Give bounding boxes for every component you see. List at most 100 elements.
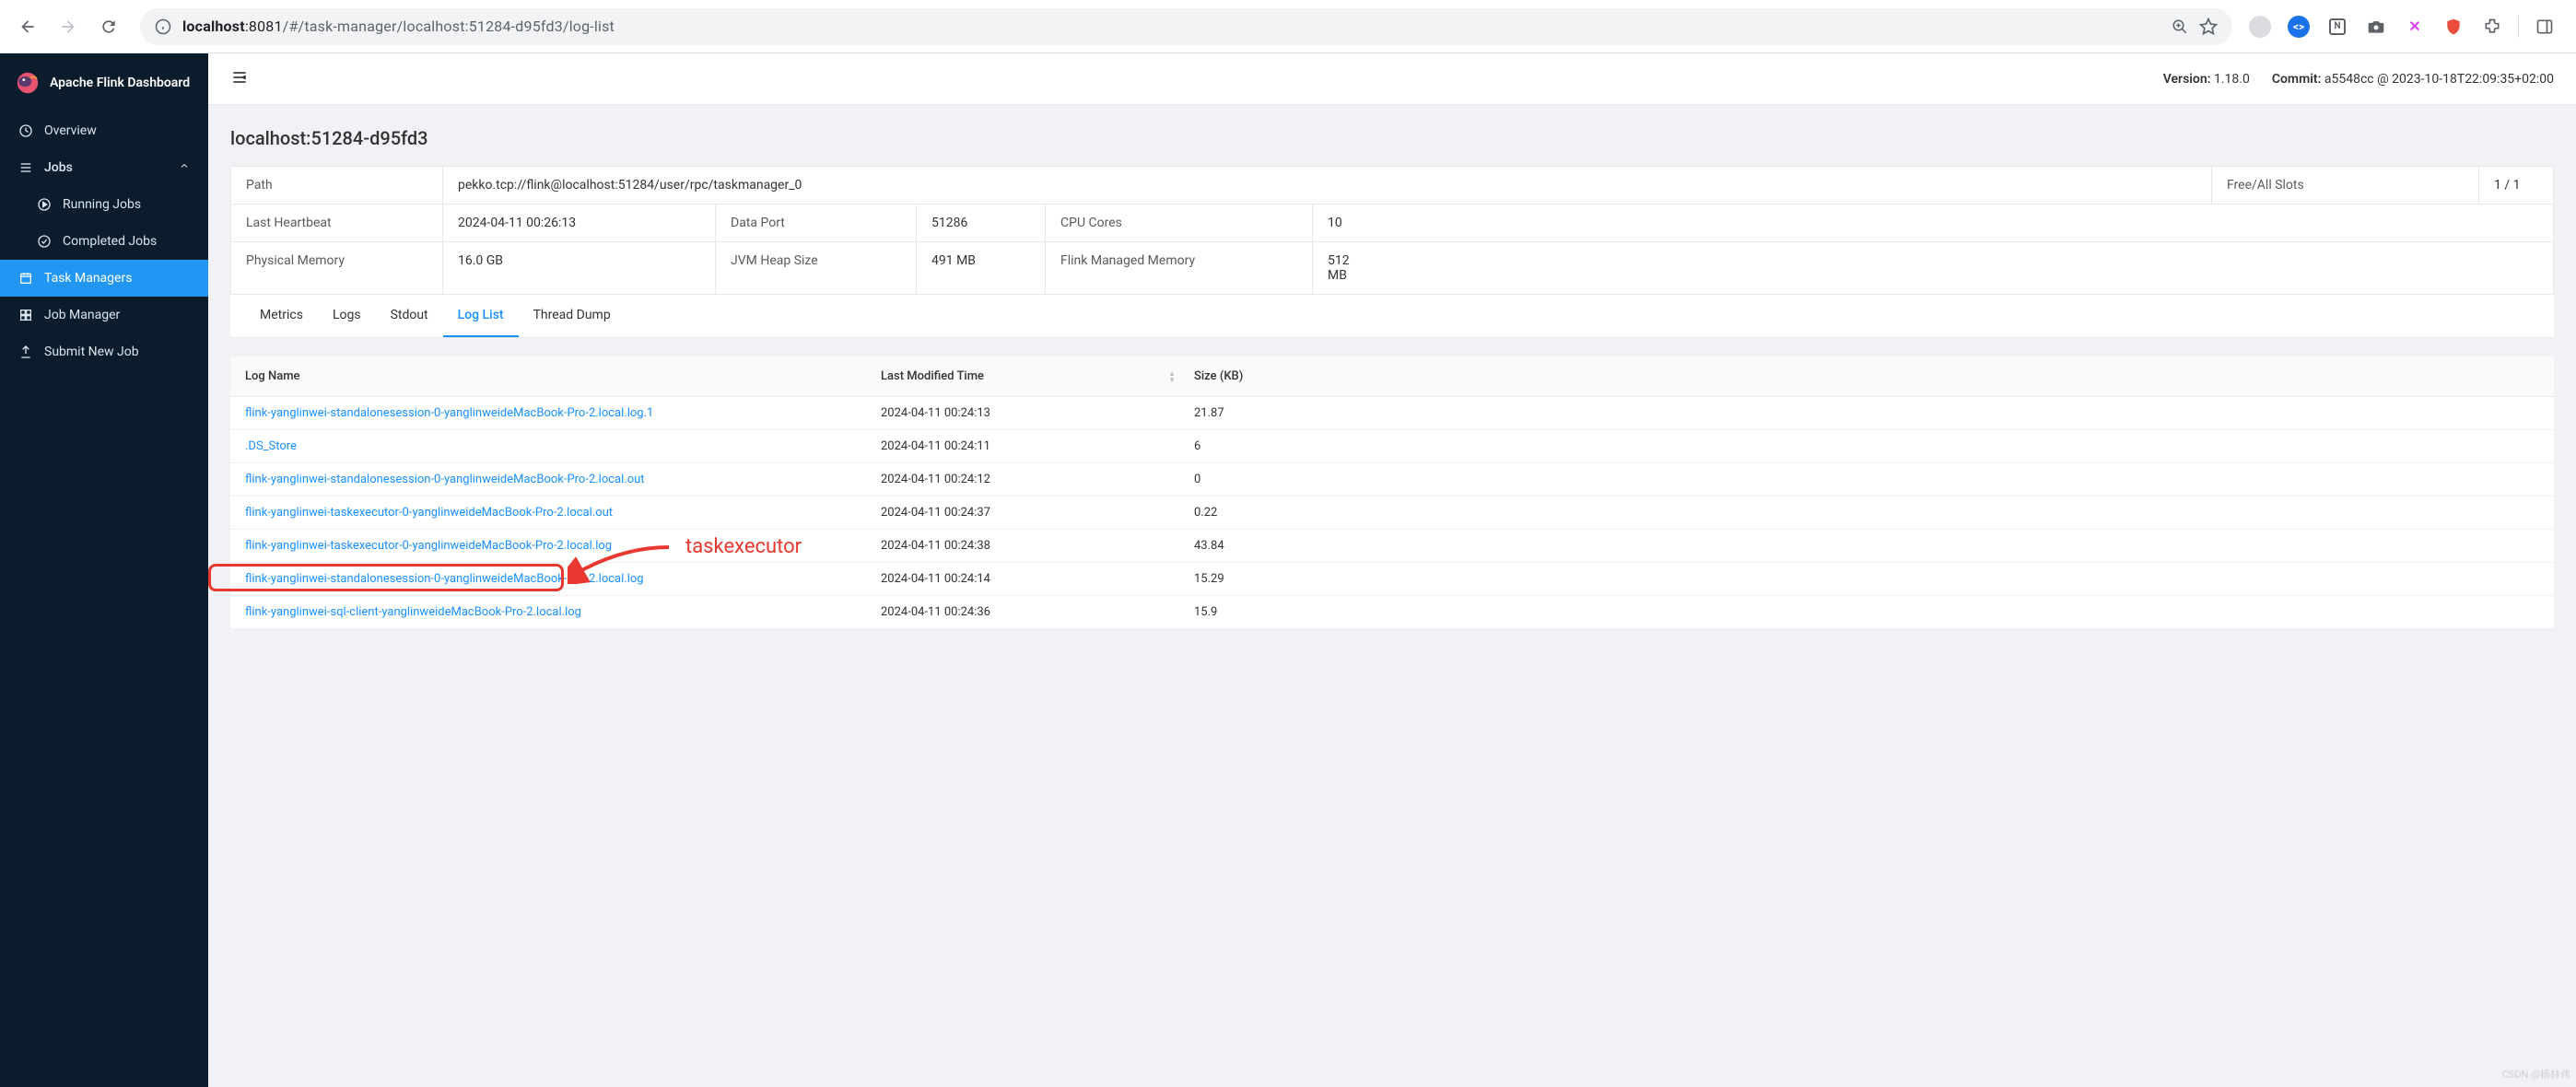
ext-camera-icon[interactable] xyxy=(2363,14,2389,40)
log-table: Log Name Last Modified Time ▲▼ Size (KB)… xyxy=(230,356,2554,629)
info-value: pekko.tcp://flink@localhost:51284/user/r… xyxy=(443,167,2212,204)
sidebar-item-jobs[interactable]: Jobs xyxy=(0,149,208,186)
table-row: flink-yanglinwei-sql-client-yanglinweide… xyxy=(230,596,2554,629)
info-label: Data Port xyxy=(716,205,917,241)
column-log-name[interactable]: Log Name xyxy=(245,369,881,383)
info-label: Path xyxy=(231,167,443,204)
sidebar-label: Running Jobs xyxy=(63,197,141,212)
sidebar-label: Task Managers xyxy=(44,271,132,286)
table-row: flink-yanglinwei-taskexecutor-0-yanglinw… xyxy=(230,530,2554,563)
top-bar: Version: 1.18.0 Commit: a5548cc @ 2023-1… xyxy=(208,53,2576,105)
table-row: flink-yanglinwei-standalonesession-0-yan… xyxy=(230,463,2554,497)
log-size: 21.87 xyxy=(1194,406,2539,420)
info-value: 10 xyxy=(1313,205,1387,241)
tab-stdout[interactable]: Stdout xyxy=(376,295,443,337)
url-bar[interactable]: localhost:8081/#/task-manager/localhost:… xyxy=(140,8,2232,45)
table-row: flink-yanglinwei-taskexecutor-0-yanglinw… xyxy=(230,497,2554,530)
chevron-up-icon xyxy=(179,160,190,175)
schedule-icon xyxy=(18,271,33,286)
info-value: 16.0 GB xyxy=(443,242,716,294)
table-row: flink-yanglinwei-standalonesession-0-yan… xyxy=(230,563,2554,596)
log-file-link[interactable]: flink-yanglinwei-standalonesession-0-yan… xyxy=(245,406,653,420)
log-size: 43.84 xyxy=(1194,539,2539,553)
log-file-link[interactable]: flink-yanglinwei-sql-client-yanglinweide… xyxy=(245,605,581,619)
page-title: localhost:51284-d95fd3 xyxy=(230,127,2554,149)
tab-logs[interactable]: Logs xyxy=(318,295,376,337)
ext-gray-circle-icon[interactable] xyxy=(2247,14,2273,40)
list-icon xyxy=(18,160,33,175)
sidebar: Apache Flink Dashboard Overview Jobs R xyxy=(0,53,208,1087)
info-label: Flink Managed Memory xyxy=(1046,242,1313,294)
info-label: Physical Memory xyxy=(231,242,443,294)
extension-icons: <> N ✕ xyxy=(2247,14,2565,40)
log-size: 0.22 xyxy=(1194,506,2539,520)
menu-fold-icon[interactable] xyxy=(230,68,249,90)
info-value: 1 / 1 xyxy=(2479,167,2553,204)
column-size[interactable]: Size (KB) xyxy=(1194,369,2539,383)
log-time: 2024-04-11 00:24:14 xyxy=(881,572,1194,586)
side-panel-icon[interactable] xyxy=(2532,14,2558,40)
version-info: Version: 1.18.0 Commit: a5548cc @ 2023-1… xyxy=(2163,72,2554,87)
tabs: Metrics Logs Stdout Log List Thread Dump xyxy=(230,295,2554,338)
sidebar-label: Jobs xyxy=(44,160,73,175)
play-circle-icon xyxy=(37,197,52,212)
build-icon xyxy=(18,308,33,322)
zoom-icon[interactable] xyxy=(2172,18,2188,35)
arrow-right-icon xyxy=(59,18,77,36)
bookmark-star-icon[interactable] xyxy=(2199,18,2218,36)
log-size: 6 xyxy=(1194,439,2539,453)
log-time: 2024-04-11 00:24:11 xyxy=(881,439,1194,453)
log-size: 15.29 xyxy=(1194,572,2539,586)
url-text: localhost:8081/#/task-manager/localhost:… xyxy=(182,18,2160,35)
ext-x-icon[interactable]: ✕ xyxy=(2402,14,2428,40)
forward-button[interactable] xyxy=(52,10,85,43)
info-table: Path pekko.tcp://flink@localhost:51284/u… xyxy=(230,166,2554,295)
sort-icon[interactable]: ▲▼ xyxy=(1168,370,1176,383)
flink-logo-icon xyxy=(15,70,41,96)
ext-blue-circle-icon[interactable]: <> xyxy=(2286,14,2312,40)
tab-log-list[interactable]: Log List xyxy=(443,295,519,337)
log-file-link[interactable]: flink-yanglinwei-taskexecutor-0-yanglinw… xyxy=(245,539,612,553)
log-file-link[interactable]: flink-yanglinwei-taskexecutor-0-yanglinw… xyxy=(245,506,613,520)
sidebar-item-overview[interactable]: Overview xyxy=(0,112,208,149)
table-row: .DS_Store 2024-04-11 00:24:116 xyxy=(230,430,2554,463)
info-label: Last Heartbeat xyxy=(231,205,443,241)
tab-thread-dump[interactable]: Thread Dump xyxy=(519,295,626,337)
log-file-link[interactable]: flink-yanglinwei-standalonesession-0-yan… xyxy=(245,473,645,486)
log-file-link[interactable]: flink-yanglinwei-standalonesession-0-yan… xyxy=(245,572,644,586)
sidebar-item-submit-job[interactable]: Submit New Job xyxy=(0,333,208,370)
extensions-icon[interactable] xyxy=(2479,14,2505,40)
main-content: Version: 1.18.0 Commit: a5548cc @ 2023-1… xyxy=(208,53,2576,1087)
info-value: 2024-04-11 00:26:13 xyxy=(443,205,716,241)
column-last-modified[interactable]: Last Modified Time ▲▼ xyxy=(881,369,1194,383)
log-time: 2024-04-11 00:24:38 xyxy=(881,539,1194,553)
tab-metrics[interactable]: Metrics xyxy=(245,295,318,337)
table-row: flink-yanglinwei-standalonesession-0-yan… xyxy=(230,397,2554,430)
log-file-link[interactable]: .DS_Store xyxy=(245,439,297,453)
info-value: 51286 xyxy=(917,205,1046,241)
log-time: 2024-04-11 00:24:37 xyxy=(881,506,1194,520)
brand-title: Apache Flink Dashboard xyxy=(50,76,190,90)
dashboard-icon xyxy=(18,123,33,138)
upload-icon xyxy=(18,345,33,359)
info-label: JVM Heap Size xyxy=(716,242,917,294)
reload-button[interactable] xyxy=(92,10,125,43)
ext-shield-icon[interactable] xyxy=(2441,14,2466,40)
log-size: 0 xyxy=(1194,473,2539,486)
sidebar-label: Submit New Job xyxy=(44,345,139,359)
sidebar-label: Overview xyxy=(44,123,97,138)
arrow-left-icon xyxy=(18,18,37,36)
log-time: 2024-04-11 00:24:13 xyxy=(881,406,1194,420)
table-header: Log Name Last Modified Time ▲▼ Size (KB) xyxy=(230,356,2554,397)
ext-notion-icon[interactable]: N xyxy=(2324,14,2350,40)
back-button[interactable] xyxy=(11,10,44,43)
reload-icon xyxy=(100,18,118,36)
info-value: 512 MB xyxy=(1313,242,1387,294)
sidebar-item-task-managers[interactable]: Task Managers xyxy=(0,260,208,297)
info-icon xyxy=(155,18,171,35)
sidebar-item-completed-jobs[interactable]: Completed Jobs xyxy=(0,223,208,260)
browser-toolbar: localhost:8081/#/task-manager/localhost:… xyxy=(0,0,2576,53)
sidebar-item-running-jobs[interactable]: Running Jobs xyxy=(0,186,208,223)
sidebar-label: Job Manager xyxy=(44,308,120,322)
sidebar-item-job-manager[interactable]: Job Manager xyxy=(0,297,208,333)
